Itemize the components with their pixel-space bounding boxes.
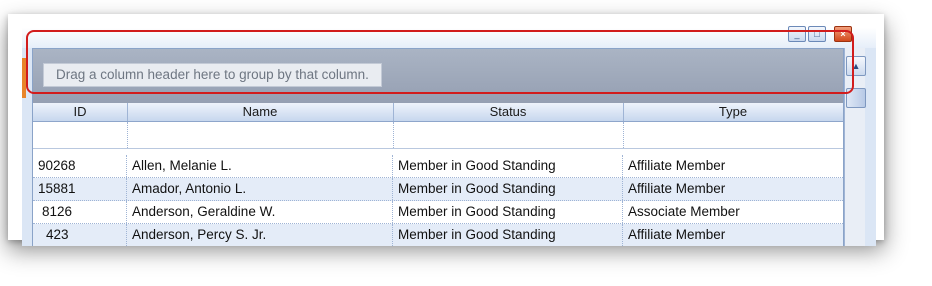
column-header-status[interactable]: Status: [393, 103, 624, 121]
column-header-type[interactable]: Type: [623, 103, 843, 121]
filter-cell-name[interactable]: [127, 122, 394, 148]
cell-id: 90268: [33, 155, 127, 177]
cell-type: Associate Member: [628, 204, 740, 219]
cell-id: 8126: [33, 201, 127, 223]
annotation-highlight-box: [26, 30, 854, 94]
cell-name: Allen, Melanie L.: [127, 155, 393, 177]
cell-status: Member in Good Standing: [393, 224, 623, 246]
cell-name: Amador, Antonio L.: [127, 178, 393, 200]
cell-type: Affiliate Member: [628, 227, 726, 242]
table-row[interactable]: 15881 Amador, Antonio L. Member in Good …: [33, 178, 843, 201]
column-header-id[interactable]: ID: [33, 103, 128, 121]
cell-status: Member in Good Standing: [393, 178, 623, 200]
filter-row: [33, 122, 843, 149]
cell-id: 423: [33, 224, 127, 246]
filter-cell-status[interactable]: [393, 122, 624, 148]
table-row[interactable]: 90268 Allen, Melanie L. Member in Good S…: [33, 155, 843, 178]
cell-name: Anderson, Geraldine W.: [127, 201, 393, 223]
cell-status: Member in Good Standing: [393, 201, 623, 223]
table-row[interactable]: 8126 Anderson, Geraldine W. Member in Go…: [33, 201, 843, 224]
column-header-name[interactable]: Name: [127, 103, 394, 121]
filter-cell-id[interactable]: [33, 122, 128, 148]
column-header-row: ID Name Status Type: [33, 103, 843, 122]
data-rows: 90268 Allen, Melanie L. Member in Good S…: [33, 155, 843, 246]
cell-name: Anderson, Percy S. Jr.: [127, 224, 393, 246]
filter-cell-type[interactable]: [623, 122, 843, 148]
cell-id: 15881: [33, 178, 127, 200]
cell-type: Affiliate Member: [628, 158, 726, 173]
cell-status: Member in Good Standing: [393, 155, 623, 177]
table-row[interactable]: 423 Anderson, Percy S. Jr. Member in Goo…: [33, 224, 843, 246]
cell-type: Affiliate Member: [628, 181, 726, 196]
